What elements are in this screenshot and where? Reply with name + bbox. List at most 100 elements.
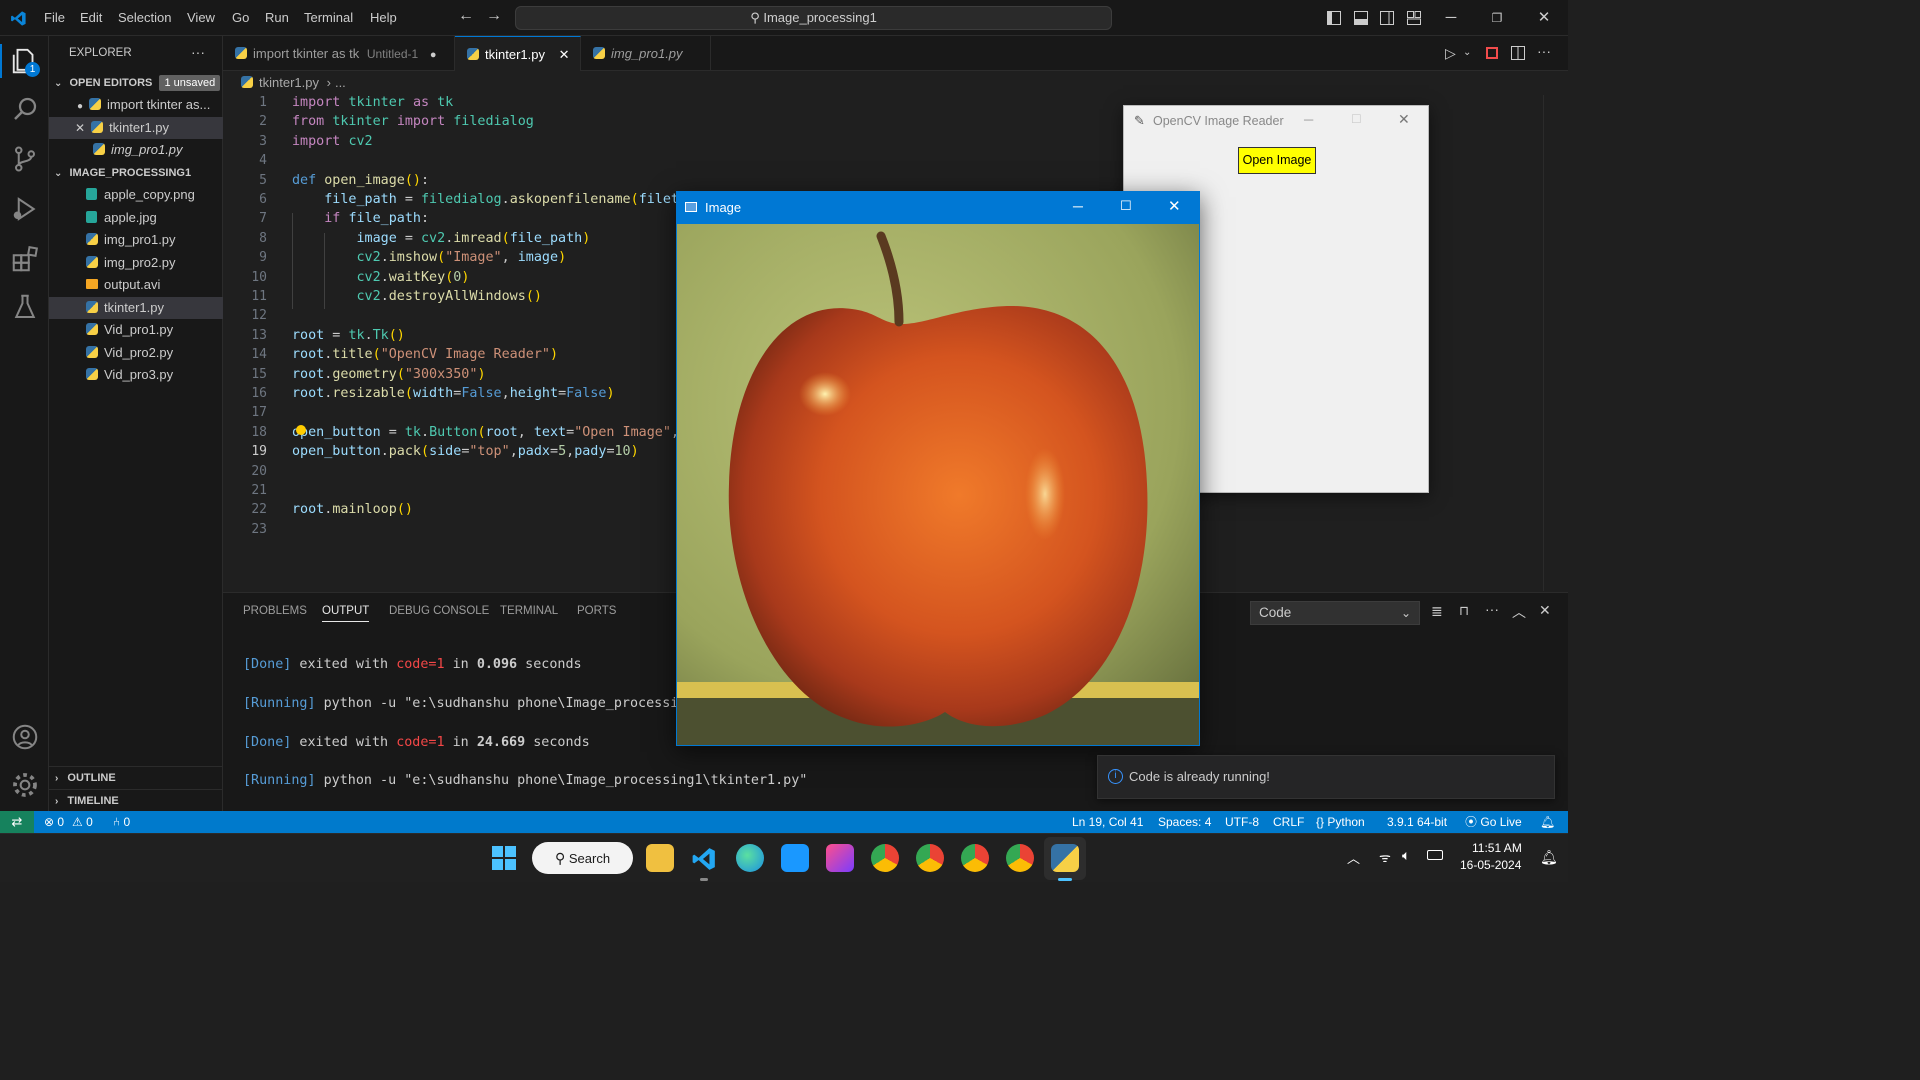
extensions-icon[interactable] (10, 244, 40, 274)
file-item[interactable]: img_pro1.py (49, 229, 223, 251)
menu-go[interactable]: Go (232, 10, 249, 25)
notifications-bell-icon[interactable]: 🔔︎ (1540, 811, 1555, 833)
file-item[interactable]: img_pro2.py (49, 252, 223, 274)
close-panel-icon[interactable]: ✕ (1539, 602, 1551, 619)
warnings-indicator[interactable]: ⚠ 0 (72, 811, 93, 833)
run-debug-icon[interactable] (10, 194, 40, 224)
tab-terminal[interactable]: TERMINAL (500, 605, 558, 617)
folder-header[interactable]: ⌄ IMAGE_PROCESSING1 (49, 162, 223, 184)
restore-icon[interactable]: ❐ (1487, 8, 1507, 28)
file-item[interactable]: Vid_pro3.py (49, 364, 223, 386)
photos-icon[interactable] (826, 844, 854, 872)
chrome-icon[interactable] (916, 844, 944, 872)
taskbar-search[interactable]: ⚲ Search (532, 842, 633, 874)
open-image-button[interactable]: Open Image (1238, 147, 1316, 174)
errors-indicator[interactable]: ⊗ 0 (44, 811, 64, 833)
output-channel-select[interactable]: Code ⌄ (1250, 601, 1420, 625)
close-icon[interactable]: ✕ (1168, 197, 1181, 215)
maximize-panel-icon[interactable]: ︿ (1512, 602, 1526, 622)
menu-edit[interactable]: Edit (80, 10, 102, 25)
open-editor-item[interactable]: ✕ tkinter1.py (49, 117, 223, 139)
close-icon[interactable]: ✕ (75, 121, 85, 135)
search-icon[interactable] (10, 94, 40, 124)
file-item[interactable]: output.avi (49, 274, 223, 296)
split-editor-icon[interactable] (1511, 46, 1525, 60)
menu-selection[interactable]: Selection (118, 10, 171, 25)
toggle-sidebar-icon[interactable] (1327, 11, 1341, 25)
edge-icon[interactable] (736, 844, 764, 872)
open-editor-item[interactable]: img_pro1.py (49, 139, 223, 161)
toggle-panel-icon[interactable] (1354, 11, 1368, 25)
tab-problems[interactable]: PROBLEMS (243, 605, 307, 617)
close-icon[interactable]: ✕ (1398, 111, 1410, 128)
python-interpreter[interactable]: 3.9.1 64-bit (1387, 811, 1447, 833)
clear-output-icon[interactable]: ≣ (1431, 603, 1443, 620)
chrome-icon[interactable] (961, 844, 989, 872)
menu-help[interactable]: Help (370, 10, 397, 25)
chrome-icon[interactable] (871, 844, 899, 872)
file-item[interactable]: Vid_pro1.py (49, 319, 223, 341)
python-taskbar-icon[interactable] (1051, 844, 1079, 872)
go-live[interactable]: ⦿ Go Live (1465, 811, 1522, 833)
minimize-icon[interactable]: ─ (1441, 8, 1461, 28)
file-explorer-icon[interactable] (646, 844, 674, 872)
indentation[interactable]: Spaces: 4 (1158, 811, 1211, 833)
vscode-taskbar-icon[interactable] (691, 846, 717, 872)
tab-untitled[interactable]: import tkinter as tk Untitled-1 ● (223, 36, 455, 71)
run-icon[interactable]: ▷ (1445, 45, 1456, 62)
forward-arrow-icon[interactable]: → (486, 7, 502, 25)
tab-output[interactable]: OUTPUT (322, 605, 370, 622)
menu-terminal[interactable]: Terminal (304, 10, 353, 25)
clock-date[interactable]: 16-05-2024 (1460, 858, 1521, 872)
toggle-secondary-sidebar-icon[interactable] (1380, 11, 1394, 25)
gear-icon[interactable] (10, 770, 40, 800)
stop-icon[interactable] (1486, 47, 1498, 59)
minimize-icon[interactable]: ─ (1073, 198, 1083, 214)
outline-header[interactable]: › OUTLINE (49, 766, 223, 788)
end-of-line[interactable]: CRLF (1273, 811, 1304, 833)
clock-time[interactable]: 11:51 AM (1472, 841, 1522, 855)
file-item[interactable]: Vid_pro2.py (49, 342, 223, 364)
modified-dot-icon[interactable]: ● (430, 49, 437, 61)
tab-debug-console[interactable]: DEBUG CONSOLE (389, 605, 489, 617)
file-item[interactable]: tkinter1.py (49, 297, 223, 319)
more-actions-icon[interactable]: ··· (1537, 43, 1551, 59)
maximize-icon[interactable]: ☐ (1120, 198, 1132, 214)
menu-run[interactable]: Run (265, 10, 289, 25)
menu-view[interactable]: View (187, 10, 215, 25)
prime-video-icon[interactable] (781, 844, 809, 872)
cursor-position[interactable]: Ln 19, Col 41 (1072, 811, 1143, 833)
windows-start-icon[interactable] (492, 846, 516, 870)
command-center-search[interactable]: ⚲ Image_processing1 (515, 6, 1112, 30)
close-icon[interactable]: ✕ (1534, 8, 1554, 28)
menu-file[interactable]: File (44, 10, 65, 25)
customize-layout-icon[interactable] (1407, 11, 1421, 25)
timeline-header[interactable]: › TIMELINE (49, 789, 223, 811)
battery-icon[interactable] (1427, 850, 1443, 860)
more-actions-icon[interactable]: ··· (191, 44, 205, 60)
encoding[interactable]: UTF-8 (1225, 811, 1259, 833)
tab-tkinter1[interactable]: tkinter1.py ✕ (455, 36, 581, 71)
remote-indicator-icon[interactable]: ⇄ (0, 811, 34, 833)
chrome-icon[interactable] (1006, 844, 1034, 872)
notifications-bell-icon[interactable]: 🔔︎ (1540, 849, 1558, 866)
minimize-icon[interactable]: ─ (1304, 112, 1313, 127)
close-icon[interactable]: ✕ (559, 47, 570, 62)
language-mode[interactable]: {} Python (1316, 811, 1365, 833)
file-item[interactable]: apple.jpg (49, 207, 223, 229)
chevron-up-icon[interactable]: ︿ (1347, 848, 1360, 867)
breadcrumb-file[interactable]: tkinter1.py (259, 75, 319, 90)
file-item[interactable]: apple_copy.png (49, 184, 223, 206)
accounts-icon[interactable] (10, 722, 40, 752)
volume-icon[interactable]: 🔈︎ (1402, 847, 1410, 864)
lock-icon[interactable]: ⊓ (1459, 603, 1469, 619)
wifi-icon[interactable]: ᯤ (1379, 848, 1391, 866)
more-actions-icon[interactable]: ··· (1485, 601, 1499, 617)
source-control-icon[interactable] (10, 144, 40, 174)
ports-indicator[interactable]: ⑃ 0 (113, 811, 130, 833)
tab-img-pro1[interactable]: img_pro1.py (581, 36, 711, 71)
testing-icon[interactable] (10, 292, 40, 322)
chevron-down-icon[interactable]: ⌄ (1463, 47, 1471, 58)
open-editors-header[interactable]: ⌄ OPEN EDITORS 1 unsaved (49, 72, 223, 94)
tab-ports[interactable]: PORTS (577, 605, 616, 617)
